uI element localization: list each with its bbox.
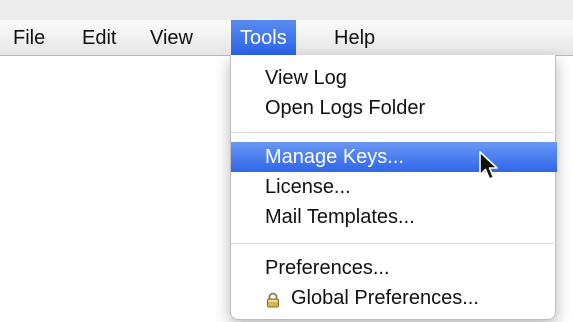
menu-item-label: View Log bbox=[265, 67, 347, 89]
menu-item-license[interactable]: License... bbox=[231, 172, 557, 202]
menu-separator bbox=[231, 243, 557, 244]
menu-item-global-preferences[interactable]: Global Preferences... bbox=[231, 283, 557, 313]
lock-icon bbox=[267, 292, 279, 308]
menubar-item-tools[interactable]: Tools bbox=[231, 20, 296, 56]
menu-bar: File Edit View Tools Help bbox=[0, 20, 573, 56]
arrow-cursor-icon bbox=[479, 151, 498, 180]
menubar-item-help[interactable]: Help bbox=[334, 20, 375, 56]
menu-item-label: Mail Templates... bbox=[265, 206, 415, 228]
window-top-strip bbox=[0, 0, 573, 20]
menu-item-view-log[interactable]: View Log bbox=[231, 63, 557, 93]
menubar-item-view[interactable]: View bbox=[150, 20, 193, 56]
menu-item-label: Manage Keys... bbox=[265, 146, 404, 168]
menu-item-open-logs-folder[interactable]: Open Logs Folder bbox=[231, 93, 557, 123]
menu-item-preferences[interactable]: Preferences... bbox=[231, 253, 557, 283]
menubar-item-file[interactable]: File bbox=[13, 20, 45, 56]
tools-dropdown-menu: View Log Open Logs Folder Manage Keys...… bbox=[230, 55, 557, 320]
menu-item-mail-templates[interactable]: Mail Templates... bbox=[231, 202, 557, 232]
menu-item-label: Open Logs Folder bbox=[265, 97, 426, 119]
menubar-item-edit[interactable]: Edit bbox=[82, 20, 116, 56]
menu-item-label: License... bbox=[265, 176, 351, 198]
menu-item-manage-keys[interactable]: Manage Keys... bbox=[231, 142, 557, 172]
menu-separator bbox=[231, 132, 557, 133]
menu-item-label: Global Preferences... bbox=[291, 287, 479, 309]
menu-item-label: Preferences... bbox=[265, 257, 390, 279]
